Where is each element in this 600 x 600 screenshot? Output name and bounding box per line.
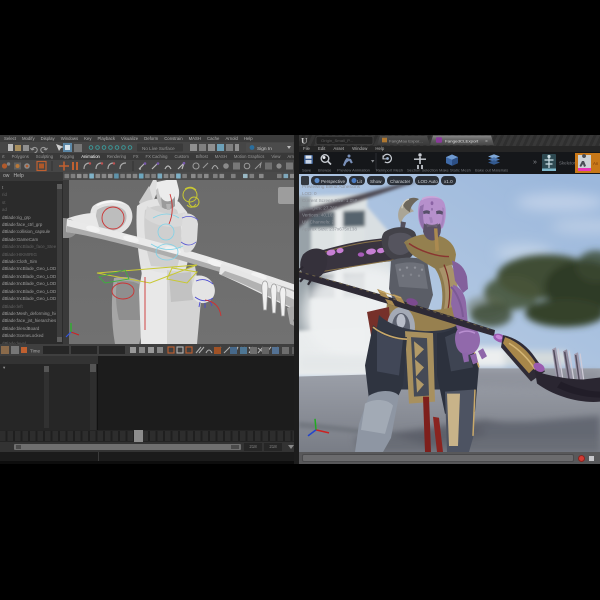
svg-text:LOD: 0: LOD: 0 (302, 191, 317, 196)
svg-text:Make Static Mesh: Make Static Mesh (439, 168, 471, 173)
svg-text:Reimport Mesh: Reimport Mesh (376, 168, 403, 173)
svg-text:Show: Show (370, 179, 382, 184)
svg-text:Triangles: 27,760: Triangles: 27,760 (302, 205, 338, 210)
svg-text:Lit: Lit (357, 179, 363, 184)
svg-text:Section Selection: Section Selection (407, 168, 438, 173)
svg-text:Save: Save (302, 168, 312, 173)
svg-text:U: U (301, 136, 308, 146)
svg-text:Sign In: Sign In (257, 146, 272, 152)
svg-text:×: × (485, 139, 488, 145)
svg-text:No Live Surface: No Live Surface (142, 146, 175, 151)
svg-text:x1.0: x1.0 (444, 179, 453, 184)
svg-text:FangedCLExport: FangedCLExport (445, 139, 479, 144)
svg-text:»: » (533, 159, 537, 166)
svg-text:Bake out Materials: Bake out Materials (475, 168, 508, 173)
svg-text:LOD Auto: LOD Auto (418, 179, 438, 184)
svg-text:Origin_Small_P...: Origin_Small_P... (321, 138, 353, 143)
svg-text:UV Channels: 2: UV Channels: 2 (302, 219, 335, 224)
svg-text:Preview Animation: Preview Animation (337, 168, 370, 173)
svg-text:Perspective: Perspective (321, 179, 345, 184)
svg-text:Current Screen Size: 1.058: Current Screen Size: 1.058 (302, 198, 358, 203)
svg-text:Browse: Browse (318, 168, 332, 173)
svg-text:An: An (593, 161, 599, 166)
svg-text:Skeleton: Skeleton (559, 161, 577, 166)
svg-text:Time: Time (30, 349, 40, 354)
svg-text:Character: Character (390, 179, 411, 184)
svg-text:Vertices: 40,161: Vertices: 40,161 (302, 212, 335, 217)
svg-text:Approx Size: 237x675x138: Approx Size: 237x675x138 (302, 226, 357, 231)
svg-text:FangMau Expor...: FangMau Expor... (389, 139, 423, 144)
